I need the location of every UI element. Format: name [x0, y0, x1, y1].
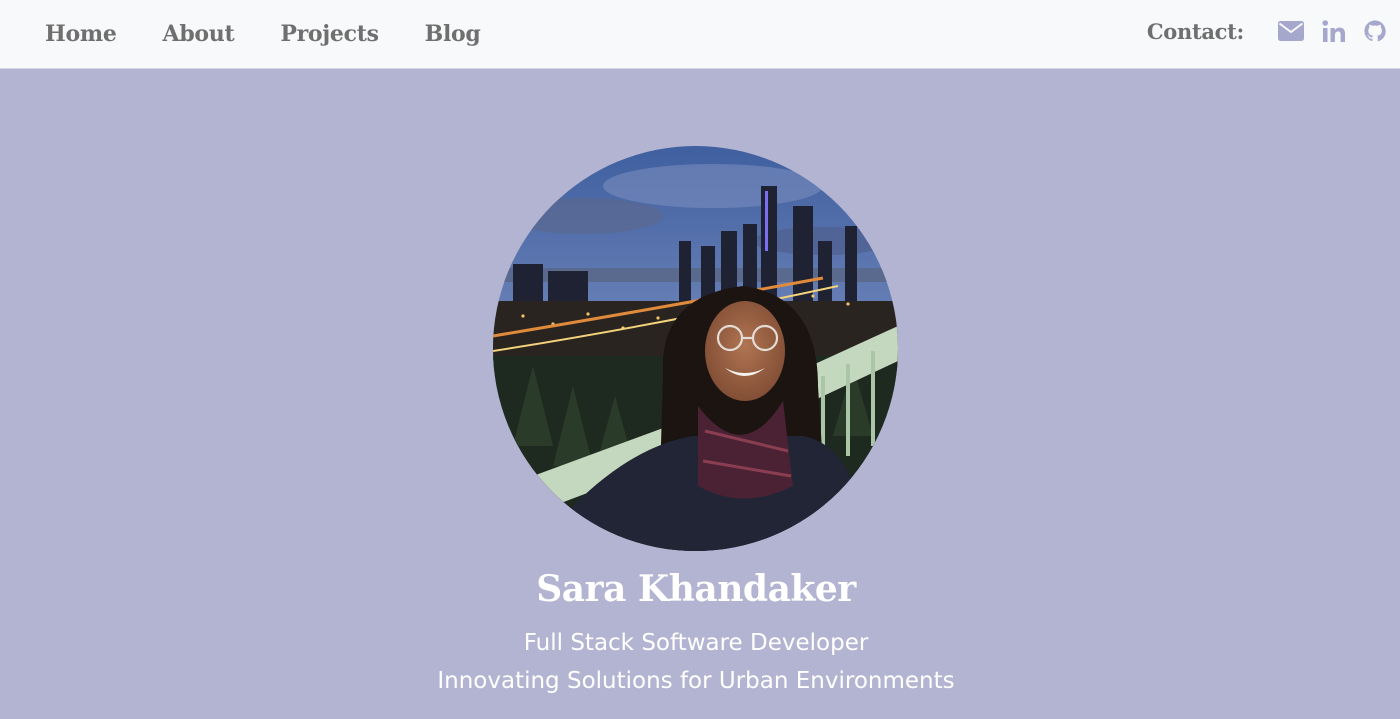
nav-link-home[interactable]: Home [45, 21, 117, 47]
github-icon[interactable] [1364, 20, 1386, 42]
nav-link-about[interactable]: About [163, 21, 235, 47]
profile-tagline-mission: Innovating Solutions for Urban Environme… [437, 668, 955, 694]
contact-label: Contact: [1146, 18, 1244, 44]
profile-photo [493, 146, 898, 551]
profile-name: Sara Khandaker [536, 568, 856, 610]
envelope-icon[interactable] [1278, 21, 1304, 41]
contact-links: Contact: [1147, 14, 1386, 48]
nav-link-projects[interactable]: Projects [280, 21, 379, 47]
linkedin-icon[interactable] [1322, 20, 1346, 42]
nav-links: Home About Projects Blog [45, 0, 526, 68]
nav-link-blog[interactable]: Blog [425, 21, 481, 47]
profile-tagline-role: Full Stack Software Developer [523, 630, 869, 656]
top-navbar: Home About Projects Blog Contact: [0, 0, 1400, 69]
